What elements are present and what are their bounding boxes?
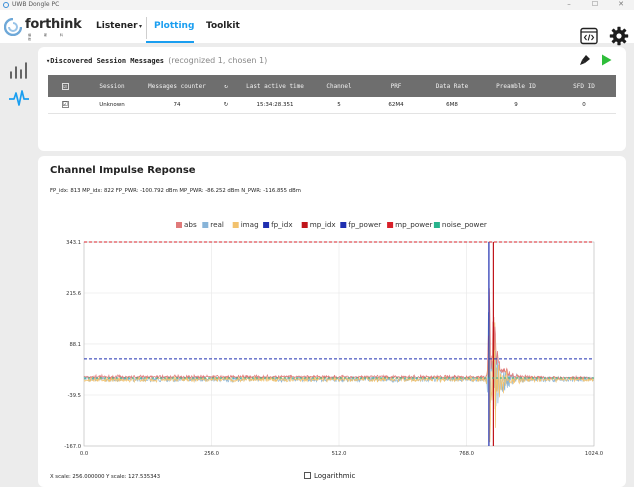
column-header: Data Rate: [424, 75, 480, 97]
session-cell: Unknown: [82, 97, 142, 114]
session-messages-panel: ▾Discovered Session Messages (recognized…: [38, 47, 626, 151]
y-tick-label: 343.1: [66, 240, 81, 246]
data-rate-cell: 6M8: [424, 97, 480, 114]
row-refresh-icon[interactable]: ↻: [212, 97, 240, 114]
window-title: UWB Dongle PC: [12, 1, 60, 8]
legend-label-fp-power: fp_power: [348, 220, 381, 229]
counter-cell: 74: [142, 97, 212, 114]
session-panel-heading: ▾Discovered Session Messages: [46, 57, 165, 65]
y-tick-label: -167.0: [64, 444, 81, 450]
listener-dropdown-icon[interactable]: ▾: [139, 23, 142, 30]
logarithmic-checkbox[interactable]: [304, 472, 311, 479]
y-tick-label: 88.1: [69, 342, 81, 348]
close-button[interactable]: ✕: [612, 0, 630, 10]
legend-swatch: [202, 222, 209, 228]
scale-readout: X scale: 256.000000 Y scale: 127.535343: [50, 474, 161, 480]
logarithmic-label: Logarithmic: [314, 472, 356, 480]
brand-name: forthink: [25, 17, 82, 32]
bar-chart-icon[interactable]: [8, 59, 30, 81]
refresh-icon[interactable]: ↻: [212, 75, 240, 97]
preamble-cell: 9: [480, 97, 552, 114]
active-tab-indicator: [146, 41, 194, 43]
y-tick-label: -39.5: [68, 393, 81, 399]
app-icon: [3, 2, 9, 8]
header-checkbox[interactable]: ☑: [61, 82, 69, 90]
brand-logo: forthink 福 斯 科 技: [4, 17, 82, 41]
legend-swatch: [433, 222, 440, 228]
sfd-cell: 0: [552, 97, 616, 114]
session-panel-note: (recognized 1, chosen 1): [168, 56, 268, 65]
play-icon[interactable]: [599, 53, 613, 67]
top-navigation-bar: forthink 福 斯 科 技 Listener ▾ Plotting Too…: [0, 10, 634, 46]
channel-cell: 5: [310, 97, 368, 114]
tab-plotting[interactable]: Plotting: [154, 10, 194, 43]
column-header: Last active time: [240, 75, 310, 97]
select-all-checkbox[interactable]: ☑: [48, 75, 82, 97]
cir-title: Channel Impulse Reponse: [50, 165, 196, 176]
x-tick-label: 512.0: [332, 451, 347, 457]
code-window-icon[interactable]: [580, 27, 598, 45]
column-header: Session: [82, 75, 142, 97]
gear-icon[interactable]: [609, 26, 629, 46]
table-row[interactable]: ☑ Unknown 74 ↻ 15:34:28.351 5 62M4 6M8 9…: [48, 97, 616, 114]
column-header: PRF: [368, 75, 424, 97]
x-tick-label: 0.0: [80, 451, 88, 457]
x-tick-label: 768.0: [459, 451, 474, 457]
legend-label-noise-power: noise_power: [442, 220, 487, 229]
title-bar: UWB Dongle PC – ☐ ✕: [0, 0, 634, 10]
minimize-button[interactable]: –: [560, 0, 578, 10]
session-table-header: ☑ Session Messages counter ↻ Last active…: [48, 75, 616, 97]
legend-swatch: [176, 222, 182, 228]
column-header: Preamble ID: [480, 75, 552, 97]
x-tick-label: 1024.0: [585, 451, 603, 457]
column-header: Channel: [310, 75, 368, 97]
x-tick-label: 256.0: [204, 451, 219, 457]
legend-label-mp-idx: mp_idx: [310, 220, 337, 229]
tab-listener[interactable]: Listener: [96, 10, 138, 43]
row-check[interactable]: ☑: [61, 101, 69, 109]
maximize-button[interactable]: ☐: [586, 0, 604, 10]
legend-label-fp-idx: fp_idx: [271, 220, 293, 229]
nav-divider: [146, 17, 147, 39]
brand-subtitle: 福 斯 科 技: [28, 33, 69, 41]
legend-swatch: [301, 222, 308, 228]
cir-stats-line: FP_idx: 813 MP_idx: 822 FP_PWR: -100.792…: [50, 188, 301, 194]
legend-swatch: [387, 222, 394, 228]
prf-cell: 62M4: [368, 97, 424, 114]
legend-swatch: [232, 222, 239, 228]
logo-swirl-icon: [4, 18, 22, 36]
cir-chart: 343.1 215.6 88.1 -39.5 -167.00.0 256.0 512.0 76…: [64, 220, 603, 457]
legend-swatch: [263, 222, 270, 228]
column-header: Messages counter: [142, 75, 212, 97]
logarithmic-toggle[interactable]: Logarithmic: [304, 472, 355, 480]
legend-label-mp-power: mp_power: [395, 220, 432, 229]
session-table: ☑ Session Messages counter ↻ Last active…: [48, 75, 616, 114]
column-header: SFD ID: [552, 75, 616, 97]
left-sidebar: [0, 43, 38, 487]
legend-label-abs: abs: [184, 220, 197, 229]
y-tick-label: 215.6: [66, 291, 81, 297]
pulse-waveform-icon[interactable]: [8, 87, 30, 109]
last-active-cell: 15:34:28.351: [240, 97, 310, 114]
legend-swatch: [340, 222, 347, 228]
session-panel-title[interactable]: ▾Discovered Session Messages (recognized…: [46, 56, 267, 65]
legend-label-imag: imag: [241, 220, 259, 229]
legend-label-real: real: [210, 220, 224, 229]
tab-toolkit[interactable]: Toolkit: [206, 10, 240, 43]
row-checkbox[interactable]: ☑: [48, 97, 82, 114]
clear-brush-icon[interactable]: [579, 54, 591, 66]
